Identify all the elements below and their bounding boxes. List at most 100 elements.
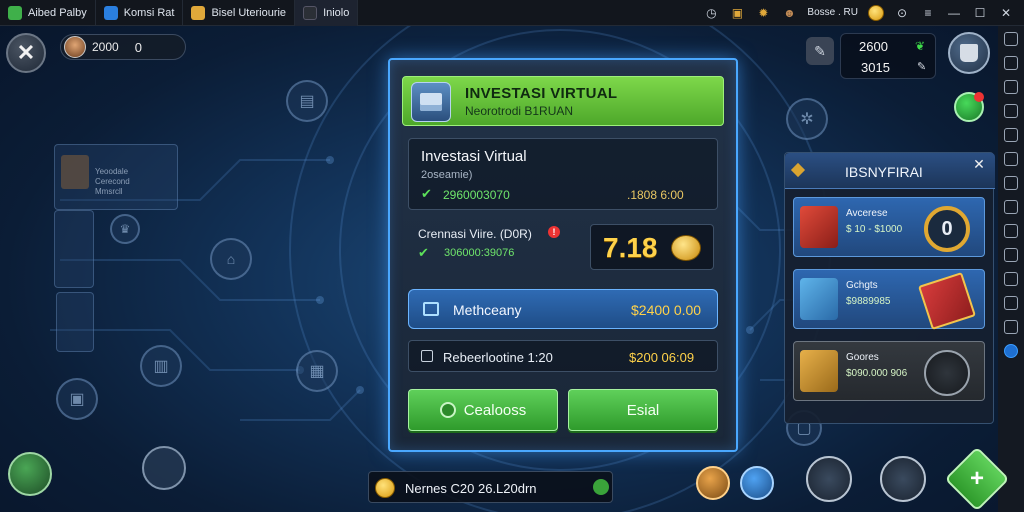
tab-app-2[interactable]: Komsi Rat [96,0,184,26]
player-balance[interactable]: 2000 0 [60,34,186,60]
confirm-button[interactable]: Esial [568,389,718,431]
bag-icon[interactable]: ▣ [56,378,98,420]
document-icon [423,302,439,316]
window-close-icon[interactable]: ✕ [998,5,1014,21]
item-name: Avcerese [846,208,888,219]
map-button[interactable] [142,446,186,490]
gift-button[interactable] [740,466,774,500]
gear-icon[interactable]: ✲ [786,98,828,140]
bank-icon[interactable]: ⌂ [210,238,252,280]
item-price: $ 10 - $1000 [846,224,903,235]
shop-panel-close-button[interactable]: ✕ [970,155,988,173]
ticker-text: Nernes C20 26.L20drn [405,481,537,496]
rail-button[interactable] [1004,224,1018,238]
rail-button[interactable] [1004,152,1018,166]
ghost-info-panel: Yeoodale Cerecond Mmsrcll [54,144,178,210]
check-icon: ✔ [421,186,432,201]
rail-button[interactable] [1004,128,1018,142]
coin-icon [375,478,395,498]
return-display: 7.18 [590,224,714,270]
tools-icon[interactable]: ✎ [806,37,834,65]
item-name: Goores [846,352,879,363]
app-logo-icon [191,5,206,20]
notification-button[interactable] [954,92,984,122]
rail-button[interactable] [1004,200,1018,214]
rail-button[interactable] [1004,56,1018,70]
confirm-button-label: Esial [626,401,660,419]
diamond-icon [790,162,806,178]
window-maximize-icon[interactable]: ☐ [972,5,988,21]
rail-button-active[interactable] [1004,344,1018,358]
rail-button[interactable] [1004,176,1018,190]
option-row[interactable]: Rebeerlootine 1:20 $200 06:09 [408,340,718,372]
coin-bag-icon[interactable]: ▣ [729,5,745,21]
shop-panel-header: IBSNYFIRAI [785,153,995,189]
stat-top-value: 2600 [859,39,888,54]
shop-item[interactable]: Goores $090.000 906 [793,341,985,401]
rail-button[interactable] [1004,32,1018,46]
option-label: Rebeerlootine 1:20 [443,350,553,365]
tab-app-4[interactable]: Iniolo [295,0,359,26]
title-bar: Aibed Palby Komsi Rat Bisel Uteriourie I… [0,0,1024,26]
avatar [61,155,89,189]
notification-badge [974,92,984,102]
document-icon[interactable]: ▦ [296,350,338,392]
ghost-panel-text: Yeoodale Cerecond Mmsrcll [95,167,130,196]
selected-option-row[interactable]: Methceany $2400 0.00 [408,289,718,329]
tab-label: Bisel Uteriourie [211,6,287,19]
location-button[interactable] [806,456,852,502]
ghost-card-panel [56,292,94,352]
option-value: $200 06:09 [629,350,695,365]
check-icon: ✔ [418,245,429,260]
dialog-header: INVESTASI VIRTUAL Neorotrodi B1RUAN [402,76,724,126]
rail-button[interactable] [1004,80,1018,94]
inventory-button[interactable] [948,32,990,74]
close-game-button[interactable]: ✕ [6,33,46,73]
history-icon[interactable]: ◷ [703,5,719,21]
crate-icon [800,206,838,248]
shop-item[interactable]: Avcerese $ 10 - $1000 0 [793,197,985,257]
row2-value: 306000:39076 [444,247,515,259]
title-bar-controls: ◷ ▣ ✹ ☻ Bosse . RU ⊙ ≡ — ☐ ✕ [703,4,1024,21]
news-ticker[interactable]: Nernes C20 26.L20drn [368,471,613,503]
computer-icon[interactable]: ▤ [286,80,328,122]
rocket-button[interactable] [696,466,730,500]
avatar-icon[interactable]: ☻ [781,5,797,21]
app-logo-icon [303,5,318,20]
dialog-subtitle: Neorotrodi B1RUAN [465,104,574,118]
stat-bottom-value: 3015 [861,60,890,75]
menu-icon[interactable]: ≡ [920,5,936,21]
home-button[interactable] [8,452,52,496]
minimize-icon[interactable]: ⊙ [894,5,910,21]
item-price: $9889985 [846,296,891,307]
emulator-side-rail [998,26,1024,512]
cancel-button-label: Cealooss [463,401,527,419]
coin-icon[interactable] [868,4,884,21]
shop-item[interactable]: Gchgts $9889985 [793,269,985,330]
tab-app-3[interactable]: Bisel Uteriourie [183,0,296,26]
list-icon [421,350,433,362]
rail-button[interactable] [1004,272,1018,286]
cancel-button[interactable]: Cealooss [408,389,558,431]
rail-button[interactable] [1004,320,1018,334]
item-price: $090.000 906 [846,368,908,379]
big-number: 7.18 [603,232,658,263]
window-minimize-icon[interactable]: — [946,5,962,21]
trophy-icon[interactable]: ♛ [110,214,140,244]
row2-label: Crennasi Viire. (D0R) [418,227,532,241]
card-subtitle: 2oseamie) [421,169,473,181]
rail-button[interactable] [1004,248,1018,262]
cube-button[interactable] [880,456,926,502]
chart-icon[interactable]: ▥ [140,345,182,387]
rail-button[interactable] [1004,296,1018,310]
leaf-icon: ❦ [915,39,926,53]
check-icon [593,479,609,495]
tab-label: Komsi Rat [123,6,175,19]
tab-app-1[interactable]: Aibed Palby [0,0,96,26]
option-value: $2400 0.00 [631,302,702,318]
settings-gear-icon[interactable]: ✹ [755,5,771,21]
card-value-left: 2960003070 [443,188,510,202]
ticket-icon [918,272,976,330]
rail-button[interactable] [1004,104,1018,118]
investment-card[interactable]: Investasi Virtual 2oseamie) ✔ 2960003070… [408,138,718,210]
